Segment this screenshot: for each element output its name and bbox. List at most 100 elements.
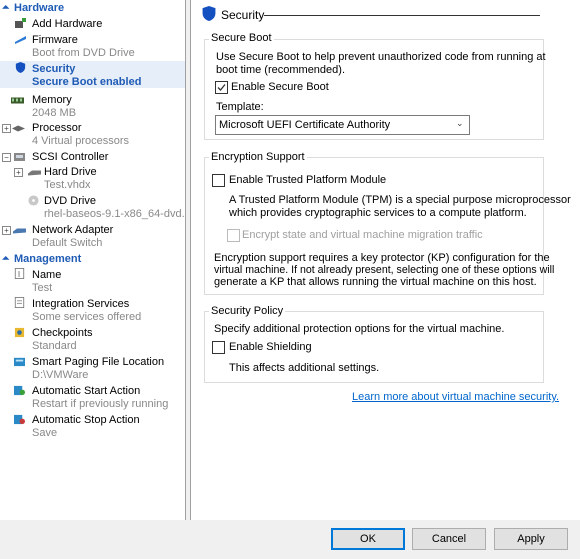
sidebar-item-label: DVD Drive [44, 195, 96, 207]
svg-text:I: I [18, 269, 21, 278]
secure-boot-desc: boot time (recommended). [216, 64, 345, 76]
sidebar-item-scsi-controller[interactable]: − SCSI Controller [0, 150, 185, 164]
enable-secure-boot-label[interactable]: Enable Secure Boot [231, 81, 329, 93]
section-hardware[interactable]: ⏶ Hardware [0, 2, 185, 15]
sidebar-item-label: Security [32, 63, 76, 75]
encryption-support-label: Encryption Support [209, 151, 307, 163]
dialog-footer [0, 520, 580, 559]
enable-secure-boot-checkbox[interactable] [215, 81, 228, 94]
sidebar-item-sub: Secure Boot enabled [32, 76, 142, 88]
sidebar-item-hard-drive[interactable]: + Hard Drive Test.vhdx [0, 165, 185, 192]
sidebar-item-label: Automatic Start Action [32, 385, 141, 397]
sidebar-item-smart-paging[interactable]: Smart Paging File Location D:\VMWare [0, 355, 185, 382]
tpm-desc: which provides cryptographic services to… [229, 207, 527, 219]
dvd-icon [28, 195, 39, 206]
check-icon [217, 84, 226, 91]
sidebar-item-label: Integration Services [32, 298, 130, 310]
collapse-icon: ⏶ [2, 2, 10, 12]
cancel-button[interactable]: Cancel [412, 528, 486, 550]
sidebar-item-label: Checkpoints [32, 327, 93, 339]
kp-desc: generate a KP that allows running the vi… [214, 276, 537, 288]
scsi-controller-icon [14, 153, 25, 161]
enable-tpm-checkbox[interactable] [212, 174, 225, 187]
template-select[interactable]: Microsoft UEFI Certificate Authority ⌄ [215, 115, 470, 135]
hard-drive-icon [28, 170, 41, 176]
checkpoints-icon [14, 327, 25, 338]
section-management[interactable]: ⏶ Management [0, 253, 185, 266]
sidebar-item-label: Hard Drive [44, 166, 97, 178]
memory-icon [11, 97, 24, 104]
shielding-note: This affects additional settings. [229, 362, 380, 374]
shield-icon [15, 62, 26, 73]
sidebar-item-sub: 2048 MB [32, 107, 77, 119]
enable-shielding-label[interactable]: Enable Shielding [229, 341, 312, 353]
sidebar-item-sub: Some services offered [32, 311, 142, 323]
section-management-label: Management [14, 253, 82, 265]
expand-icon[interactable]: + [2, 226, 11, 235]
smart-paging-icon [14, 357, 25, 367]
sidebar-item-label: Add Hardware [32, 18, 103, 30]
sidebar-item-label: Firmware [32, 34, 78, 46]
sidebar-item-sub: Test.vhdx [44, 179, 91, 191]
encrypt-state-label: Encrypt state and virtual machine migrat… [242, 229, 483, 241]
sidebar-item-memory[interactable]: Memory 2048 MB [0, 93, 185, 120]
sidebar-item-dvd-drive[interactable]: DVD Drive rhel-baseos-9.1-x86_64-dvd... [0, 194, 185, 221]
page-title: Security [221, 8, 265, 22]
sidebar-item-label: Network Adapter [32, 224, 114, 236]
sidebar-item-label: Smart Paging File Location [32, 356, 165, 368]
processor-icon [12, 125, 25, 132]
splitter[interactable] [186, 0, 189, 520]
collapse-icon[interactable]: − [2, 153, 11, 162]
template-label: Template: [216, 101, 264, 113]
sidebar-item-label: SCSI Controller [32, 151, 109, 163]
enable-tpm-label[interactable]: Enable Trusted Platform Module [229, 174, 386, 186]
firmware-icon [15, 36, 26, 44]
sidebar-item-network-adapter[interactable]: + Network Adapter Default Switch [0, 223, 185, 250]
expand-icon[interactable]: + [2, 124, 11, 133]
sidebar-item-automatic-stop-action[interactable]: Automatic Stop Action Save [0, 413, 185, 440]
sidebar-item-label: Processor [32, 122, 82, 134]
sidebar-item-sub: Standard [32, 340, 77, 352]
sidebar-item-name[interactable]: I Name Test [0, 268, 185, 295]
tpm-desc: A Trusted Platform Module (TPM) is a spe… [229, 194, 571, 206]
sidebar-item-integration-services[interactable]: Integration Services Some services offer… [0, 297, 185, 324]
sidebar-item-sub: Save [32, 427, 58, 439]
learn-more-link[interactable]: Learn more about virtual machine securit… [352, 391, 559, 403]
template-value: Microsoft UEFI Certificate Authority [219, 119, 391, 131]
sidebar-item-sub: 4 Virtual processors [32, 135, 130, 147]
security-policy-desc: Specify additional protection options fo… [214, 323, 505, 335]
start-action-icon [14, 385, 25, 396]
sidebar-item-label: Automatic Stop Action [32, 414, 140, 426]
sidebar-item-security[interactable]: Security Secure Boot enabled [0, 61, 185, 88]
kp-desc: Encryption support requires a key protec… [214, 252, 550, 264]
sidebar-item-sub: D:\VMWare [32, 369, 89, 381]
apply-button[interactable]: Apply [494, 528, 568, 550]
collapse-icon: ⏶ [2, 253, 10, 263]
chevron-down-icon: ⌄ [456, 118, 464, 128]
sidebar-item-automatic-start-action[interactable]: Automatic Start Action Restart if previo… [0, 384, 185, 411]
sidebar-item-label: Name [32, 269, 62, 281]
sidebar-item-sub: Boot from DVD Drive [32, 47, 135, 59]
secure-boot-desc: Use Secure Boot to help prevent unauthor… [216, 51, 546, 63]
enable-shielding-checkbox[interactable] [212, 341, 225, 354]
name-icon: I [14, 268, 25, 279]
sidebar-item-sub: rhel-baseos-9.1-x86_64-dvd... [44, 208, 186, 220]
secure-boot-label: Secure Boot [209, 32, 274, 44]
sidebar-item-sub: Test [32, 282, 53, 294]
add-hardware-icon [15, 18, 26, 28]
sidebar-item-add-hardware[interactable]: Add Hardware [0, 17, 185, 31]
ok-button[interactable]: OK [331, 528, 405, 550]
security-policy-label: Security Policy [209, 305, 286, 317]
section-hardware-label: Hardware [14, 2, 65, 14]
sidebar-item-sub: Restart if previously running [32, 398, 169, 410]
expand-icon[interactable]: + [14, 168, 23, 177]
encrypt-state-checkbox[interactable] [227, 229, 240, 242]
sidebar-item-label: Memory [32, 94, 72, 106]
kp-desc: virtual machine. If not already present,… [214, 264, 555, 276]
sidebar-item-checkpoints[interactable]: Checkpoints Standard [0, 326, 185, 353]
sidebar-item-processor[interactable]: + Processor 4 Virtual processors [0, 121, 185, 148]
header-rule [264, 15, 540, 16]
stop-action-icon [14, 414, 25, 425]
sidebar-item-sub: Default Switch [32, 237, 103, 249]
sidebar-item-firmware[interactable]: Firmware Boot from DVD Drive [0, 33, 185, 60]
